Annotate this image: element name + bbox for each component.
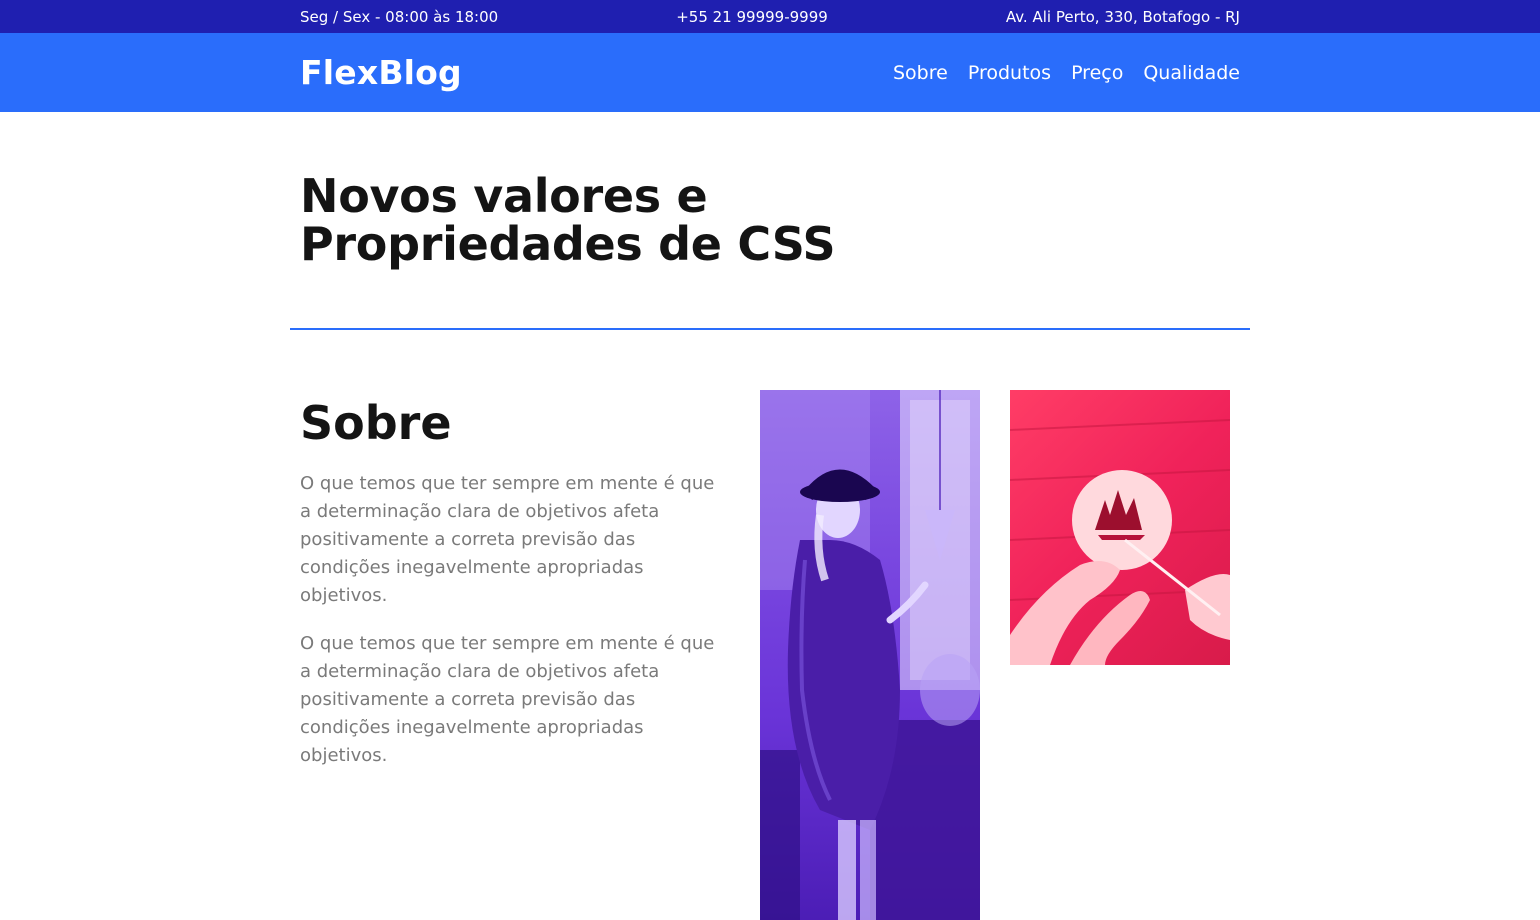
- page-title-line-1: Novos valores e: [300, 169, 708, 223]
- about-paragraph-1: O que temos que ter sempre em mente é qu…: [300, 473, 715, 606]
- hero-section: Novos valores e Propriedades de CSS: [300, 112, 1240, 268]
- page-title: Novos valores e Propriedades de CSS: [300, 172, 1240, 268]
- address: Av. Ali Perto, 330, Botafogo - RJ: [1005, 7, 1240, 26]
- site-header: FlexBlog Sobre Produtos Preço Qualidade: [0, 33, 1540, 112]
- section-divider: [290, 328, 1250, 330]
- nav-item-qualidade[interactable]: Qualidade: [1143, 62, 1240, 84]
- about-text: Sobre O que temos que ter sempre em ment…: [300, 390, 730, 770]
- nav-item-produtos[interactable]: Produtos: [968, 62, 1051, 84]
- nav-item-preco[interactable]: Preço: [1071, 62, 1123, 84]
- site-logo[interactable]: FlexBlog: [300, 53, 462, 92]
- phone-number: +55 21 99999-9999: [676, 7, 828, 26]
- page-title-line-2: Propriedades de CSS: [300, 217, 836, 271]
- woman-window-illustration: [760, 390, 980, 920]
- nav-item-sobre[interactable]: Sobre: [893, 62, 948, 84]
- woman-window-photo: [760, 390, 980, 920]
- about-section: Sobre O que temos que ter sempre em ment…: [300, 390, 1240, 920]
- hands-painting-illustration: [1010, 419, 1230, 665]
- opening-hours: Seg / Sex - 08:00 às 18:00: [300, 7, 499, 26]
- main-nav: Sobre Produtos Preço Qualidade: [893, 62, 1240, 84]
- hands-painting-photo: [1010, 390, 1230, 665]
- top-info-bar: Seg / Sex - 08:00 às 18:00 +55 21 99999-…: [0, 0, 1540, 33]
- about-heading: Sobre: [300, 396, 452, 450]
- about-paragraph-2: O que temos que ter sempre em mente é qu…: [300, 633, 715, 766]
